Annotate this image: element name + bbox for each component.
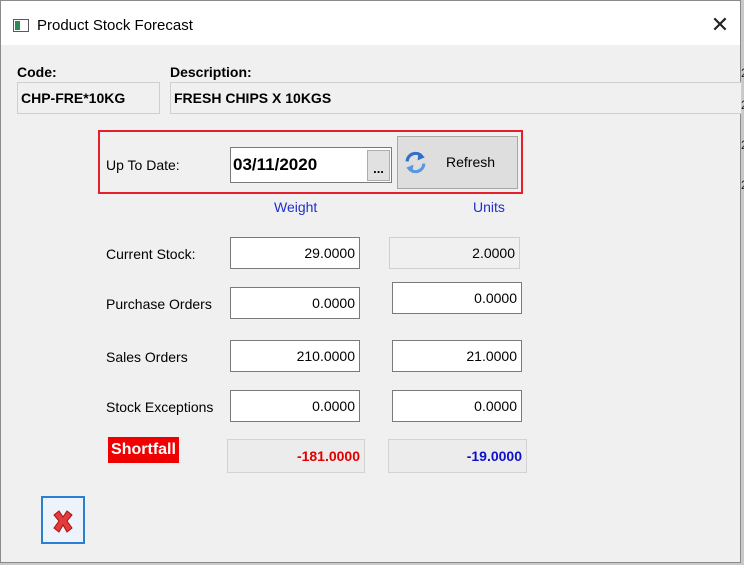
code-label: Code: [17, 64, 57, 80]
description-label: Description: [170, 64, 252, 80]
up-to-date-label: Up To Date: [106, 157, 180, 173]
weight-column-header: Weight [274, 199, 318, 215]
exit-button[interactable] [41, 496, 85, 544]
stock-exceptions-weight[interactable]: 0.0000 [230, 390, 360, 422]
app-window-icon [13, 19, 29, 32]
refresh-icon [405, 151, 426, 174]
date-picker-button[interactable]: ... [367, 150, 390, 181]
units-column-header: Units [473, 199, 505, 215]
sales-orders-units[interactable]: 21.0000 [392, 340, 522, 372]
refresh-button[interactable]: Refresh [397, 136, 518, 189]
window-title: Product Stock Forecast [37, 17, 193, 34]
current-stock-label: Current Stock: [106, 246, 196, 262]
code-field: CHP-FRE*10KG [17, 82, 160, 114]
sales-orders-label: Sales Orders [106, 349, 188, 365]
current-stock-weight[interactable]: 29.0000 [230, 237, 360, 269]
purchase-orders-units[interactable]: 0.0000 [392, 282, 522, 314]
purchase-orders-label: Purchase Orders [106, 296, 212, 312]
stock-exceptions-units[interactable]: 0.0000 [392, 390, 522, 422]
current-stock-units: 2.0000 [389, 237, 520, 269]
stock-exceptions-label: Stock Exceptions [106, 399, 214, 415]
product-stock-forecast-window: Product Stock Forecast ✕ Code: CHP-FRE*1… [0, 0, 742, 563]
purchase-orders-weight[interactable]: 0.0000 [230, 287, 360, 319]
shortfall-label: Shortfall [108, 437, 179, 463]
shortfall-units: -19.0000 [388, 439, 527, 473]
description-field: FRESH CHIPS X 10KGS [170, 82, 742, 114]
sales-orders-weight[interactable]: 210.0000 [230, 340, 360, 372]
title-bar: Product Stock Forecast ✕ [1, 1, 740, 45]
shortfall-weight: -181.0000 [227, 439, 365, 473]
red-x-icon [53, 510, 73, 533]
refresh-button-label: Refresh [446, 154, 496, 170]
close-icon[interactable]: ✕ [701, 7, 739, 43]
